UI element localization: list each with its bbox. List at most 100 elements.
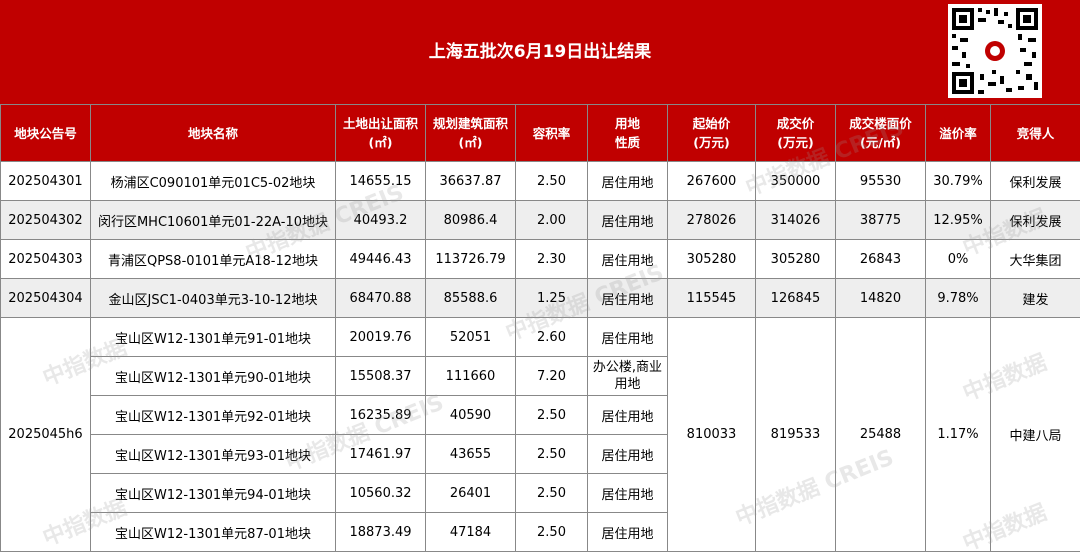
cell-far: 7.20	[516, 357, 588, 396]
cell-start: 305280	[668, 240, 756, 279]
cell-use: 居住用地	[588, 201, 668, 240]
cell-area: 14655.15	[336, 162, 426, 201]
cell-name: 宝山区W12-1301单元93-01地块	[91, 435, 336, 474]
cell-use: 办公楼,商业用地	[588, 357, 668, 396]
cell-area: 18873.49	[336, 513, 426, 552]
cell-premium: 1.17%	[926, 318, 991, 552]
cell-bidder: 保利发展	[991, 201, 1080, 240]
header-floor: 成交楼面价(元/㎡)	[836, 105, 926, 162]
cell-name: 闵行区MHC10601单元01-22A-10地块	[91, 201, 336, 240]
cell-deal: 305280	[756, 240, 836, 279]
cell-area: 49446.43	[336, 240, 426, 279]
cell-far: 2.50	[516, 474, 588, 513]
cell-area: 17461.97	[336, 435, 426, 474]
cell-far: 2.50	[516, 396, 588, 435]
cell-deal: 126845	[756, 279, 836, 318]
cell-name: 宝山区W12-1301单元90-01地块	[91, 357, 336, 396]
cell-code: 202504304	[1, 279, 91, 318]
cell-area: 15508.37	[336, 357, 426, 396]
cell-bidder: 建发	[991, 279, 1080, 318]
land-results-table: 地块公告号 地块名称 土地出让面积(㎡) 规划建筑面积(㎡) 容积率 用地性质 …	[0, 104, 1080, 552]
cell-floor: 95530	[836, 162, 926, 201]
cell-name: 宝山区W12-1301单元87-01地块	[91, 513, 336, 552]
header-area: 土地出让面积(㎡)	[336, 105, 426, 162]
cell-start: 115545	[668, 279, 756, 318]
cell-use: 居住用地	[588, 474, 668, 513]
header-code: 地块公告号	[1, 105, 91, 162]
header-premium: 溢价率	[926, 105, 991, 162]
cell-build: 26401	[426, 474, 516, 513]
cell-area: 68470.88	[336, 279, 426, 318]
header-far: 容积率	[516, 105, 588, 162]
cell-name: 宝山区W12-1301单元91-01地块	[91, 318, 336, 357]
cell-build: 47184	[426, 513, 516, 552]
table-row: 202504302 闵行区MHC10601单元01-22A-10地块 40493…	[1, 201, 1080, 240]
page: 上海五批次6月19日出让结果	[0, 0, 1080, 550]
cell-start: 810033	[668, 318, 756, 552]
cell-build: 80986.4	[426, 201, 516, 240]
cell-build: 40590	[426, 396, 516, 435]
cell-far: 2.50	[516, 513, 588, 552]
cell-code: 202504303	[1, 240, 91, 279]
header-name: 地块名称	[91, 105, 336, 162]
cell-name: 宝山区W12-1301单元94-01地块	[91, 474, 336, 513]
cell-far: 2.60	[516, 318, 588, 357]
cell-premium: 0%	[926, 240, 991, 279]
cell-use: 居住用地	[588, 513, 668, 552]
cell-far: 1.25	[516, 279, 588, 318]
cell-deal: 819533	[756, 318, 836, 552]
qr-code-icon	[948, 4, 1042, 98]
cell-floor: 25488	[836, 318, 926, 552]
cell-bidder: 中建八局	[991, 318, 1080, 552]
header-use: 用地性质	[588, 105, 668, 162]
cell-deal: 350000	[756, 162, 836, 201]
cell-far: 2.50	[516, 435, 588, 474]
cell-premium: 9.78%	[926, 279, 991, 318]
cell-deal: 314026	[756, 201, 836, 240]
table-row: 202504304 金山区JSC1-0403单元3-10-12地块 68470.…	[1, 279, 1080, 318]
cell-bidder: 大华集团	[991, 240, 1080, 279]
cell-far: 2.00	[516, 201, 588, 240]
cell-premium: 12.95%	[926, 201, 991, 240]
table-header-row: 地块公告号 地块名称 土地出让面积(㎡) 规划建筑面积(㎡) 容积率 用地性质 …	[1, 105, 1080, 162]
cell-build: 43655	[426, 435, 516, 474]
cell-name: 杨浦区C090101单元01C5-02地块	[91, 162, 336, 201]
cell-floor: 26843	[836, 240, 926, 279]
cell-far: 2.50	[516, 162, 588, 201]
cell-area: 16235.89	[336, 396, 426, 435]
header-build: 规划建筑面积(㎡)	[426, 105, 516, 162]
header-start: 起始价(万元)	[668, 105, 756, 162]
cell-use: 居住用地	[588, 279, 668, 318]
cell-floor: 14820	[836, 279, 926, 318]
cell-use: 居住用地	[588, 162, 668, 201]
cell-code: 202504301	[1, 162, 91, 201]
table-row: 202504301 杨浦区C090101单元01C5-02地块 14655.15…	[1, 162, 1080, 201]
cell-use: 居住用地	[588, 396, 668, 435]
cell-name: 青浦区QPS8-0101单元A18-12地块	[91, 240, 336, 279]
cell-use: 居住用地	[588, 318, 668, 357]
cell-build: 85588.6	[426, 279, 516, 318]
cell-use: 居住用地	[588, 435, 668, 474]
cell-name: 宝山区W12-1301单元92-01地块	[91, 396, 336, 435]
cell-bidder: 保利发展	[991, 162, 1080, 201]
cell-code: 2025045h6	[1, 318, 91, 552]
cell-area: 20019.76	[336, 318, 426, 357]
cell-floor: 38775	[836, 201, 926, 240]
cell-build: 111660	[426, 357, 516, 396]
cell-area: 40493.2	[336, 201, 426, 240]
cell-premium: 30.79%	[926, 162, 991, 201]
cell-name: 金山区JSC1-0403单元3-10-12地块	[91, 279, 336, 318]
table-row: 2025045h6 宝山区W12-1301单元91-01地块 20019.76 …	[1, 318, 1080, 357]
cell-far: 2.30	[516, 240, 588, 279]
cell-code: 202504302	[1, 201, 91, 240]
cell-start: 267600	[668, 162, 756, 201]
cell-area: 10560.32	[336, 474, 426, 513]
cell-use: 居住用地	[588, 240, 668, 279]
cell-start: 278026	[668, 201, 756, 240]
cell-build: 52051	[426, 318, 516, 357]
table-row: 202504303 青浦区QPS8-0101单元A18-12地块 49446.4…	[1, 240, 1080, 279]
cell-build: 36637.87	[426, 162, 516, 201]
cell-build: 113726.79	[426, 240, 516, 279]
header-bidder: 竞得人	[991, 105, 1080, 162]
header-deal: 成交价(万元)	[756, 105, 836, 162]
